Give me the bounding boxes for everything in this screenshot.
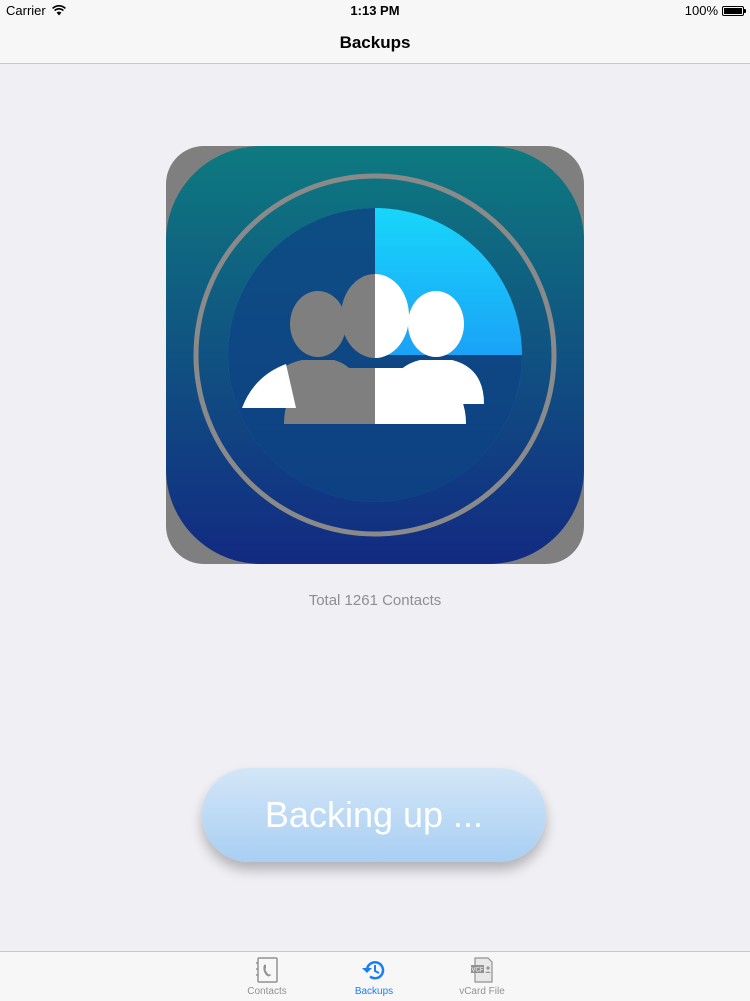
page-title: Backups (339, 33, 411, 52)
tab-label: vCard File (459, 986, 505, 997)
svg-text:VCF: VCF (472, 968, 484, 974)
history-icon (362, 961, 385, 980)
battery-icon (722, 5, 746, 16)
navigation-bar: Backups (0, 22, 750, 64)
contacts-book-icon (256, 957, 278, 983)
clock: 1:13 PM (350, 3, 400, 18)
total-contacts-label: Total 1261 Contacts (308, 592, 442, 609)
battery-percent: 100% (684, 3, 718, 18)
status-bar: Carrier 1:13 PM 100% (0, 0, 750, 22)
tab-backups[interactable]: Backups (329, 952, 419, 1001)
battery-level (724, 7, 742, 14)
tab-bar: Contacts Backups VCF vCard File (0, 951, 750, 1001)
tab-contacts[interactable]: Contacts (222, 952, 312, 1001)
tab-vcard-file[interactable]: VCF vCard File (437, 952, 527, 1001)
backup-button[interactable]: Backing up ... (202, 768, 546, 862)
vcf-file-icon: VCF (471, 957, 493, 983)
status-right: 100% (684, 3, 746, 18)
tab-label: Backups (354, 986, 394, 997)
tab-label: Contacts (247, 986, 287, 997)
contacts-backup-logo (166, 146, 584, 564)
